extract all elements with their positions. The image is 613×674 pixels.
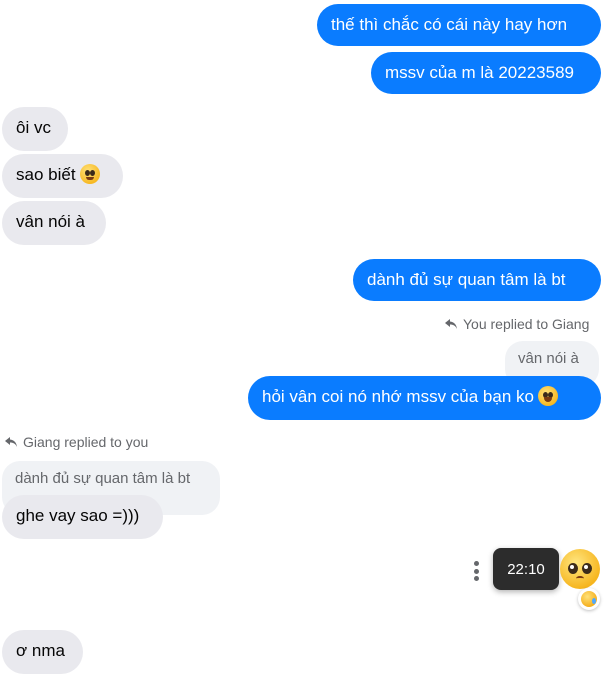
message-incoming[interactable]: ôi vc (2, 107, 68, 151)
reply-label: You replied to Giang (463, 316, 590, 332)
reply-arrow-icon (5, 437, 17, 447)
pleading-face-icon[interactable] (560, 549, 600, 589)
message-text: sao biết (16, 165, 76, 184)
message-text: hỏi vân coi nó nhớ mssv của bạn ko (262, 387, 534, 406)
grinning-face-icon (537, 386, 558, 406)
message-incoming[interactable]: vân nói à (2, 201, 106, 245)
message-outgoing[interactable]: hỏi vân coi nó nhớ mssv của bạn ko (248, 376, 601, 420)
message-outgoing[interactable]: mssv của m là 20223589 (371, 52, 601, 94)
message-incoming[interactable]: ghe vay sao =))) (2, 495, 163, 539)
timestamp-tooltip: 22:10 (493, 548, 559, 590)
reaction-badge[interactable] (578, 588, 600, 610)
reply-indicator: You replied to Giang (444, 316, 589, 332)
message-outgoing[interactable]: thế thì chắc có cái này hay hơn (317, 4, 601, 46)
message-incoming[interactable]: ơ nma (2, 630, 83, 674)
reply-label: Giang replied to you (23, 434, 149, 450)
reply-arrow-icon (445, 319, 457, 329)
sad-relieved-face-icon (581, 591, 597, 607)
more-options-icon[interactable] (474, 561, 480, 581)
reply-indicator: Giang replied to you (4, 434, 148, 450)
message-outgoing[interactable]: dành đủ sự quan tâm là bt (353, 259, 601, 301)
pleading-face-icon (79, 164, 100, 184)
message-incoming[interactable]: sao biết (2, 154, 123, 198)
